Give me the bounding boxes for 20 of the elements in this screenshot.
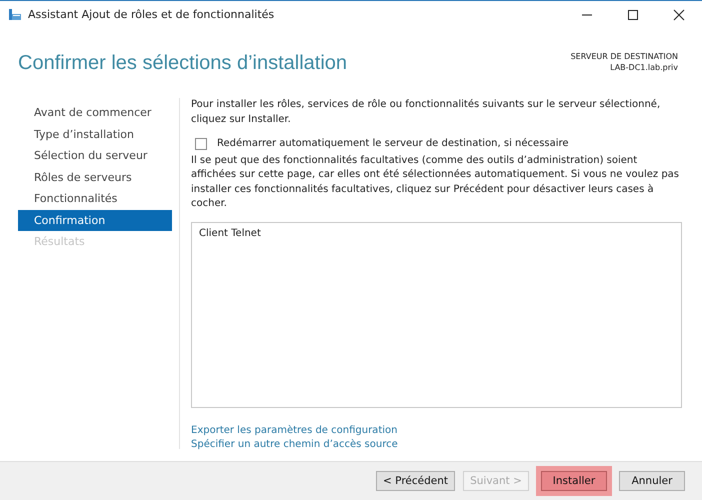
- dialog-button[interactable]: < Précédent: [376, 471, 455, 491]
- sidebar-item[interactable]: Rôles de serveurs: [18, 166, 172, 188]
- intro-text: Pour installer les rôles, services de rôle ou fonctionnalités suivants sur le serveur sélectionné, cliquez sur Installer.: [191, 98, 662, 126]
- destination-server: LAB-DC1.lab.priv: [609, 62, 678, 73]
- restart-label: Redémarrer automatiquement le serveur de destination, si nécessaire: [217, 137, 569, 151]
- link[interactable]: Spécifier un autre chemin d’accès source: [191, 438, 398, 452]
- page-title: Confirmer les sélections d’installation: [18, 52, 348, 76]
- window-title: Assistant Ajout de rôles et de fonctionnalités: [28, 8, 276, 21]
- sidebar-item[interactable]: Avant de commencer: [18, 102, 172, 124]
- dialog-button[interactable]: Annuler: [619, 471, 685, 491]
- sidebar-item[interactable]: Confirmation: [18, 210, 172, 231]
- sidebar-item[interactable]: Fonctionnalités: [18, 188, 172, 210]
- sidebar-item[interactable]: Type d’installation: [18, 124, 172, 145]
- selection-item: Client Telnet: [199, 226, 262, 240]
- destination-label: SERVEUR DE DESTINATION: [570, 51, 678, 62]
- restart-checkbox[interactable]: [195, 138, 207, 150]
- wizard-icon: [8, 8, 22, 21]
- sidebar-item[interactable]: Sélection du serveur: [18, 145, 172, 166]
- note-text: Il se peut que des fonctionnalités facultatives (comme des outils d’administration) soient affichées sur cette page, car elles ont été sélectionnées automatiquement. Si vous ne voulez pas installer ces fonctionnalités facultatives, cliquez sur Précédent pour désactiver leurs cases à cocher.: [191, 154, 680, 211]
- link[interactable]: Exporter les paramètres de configuration: [191, 424, 398, 438]
